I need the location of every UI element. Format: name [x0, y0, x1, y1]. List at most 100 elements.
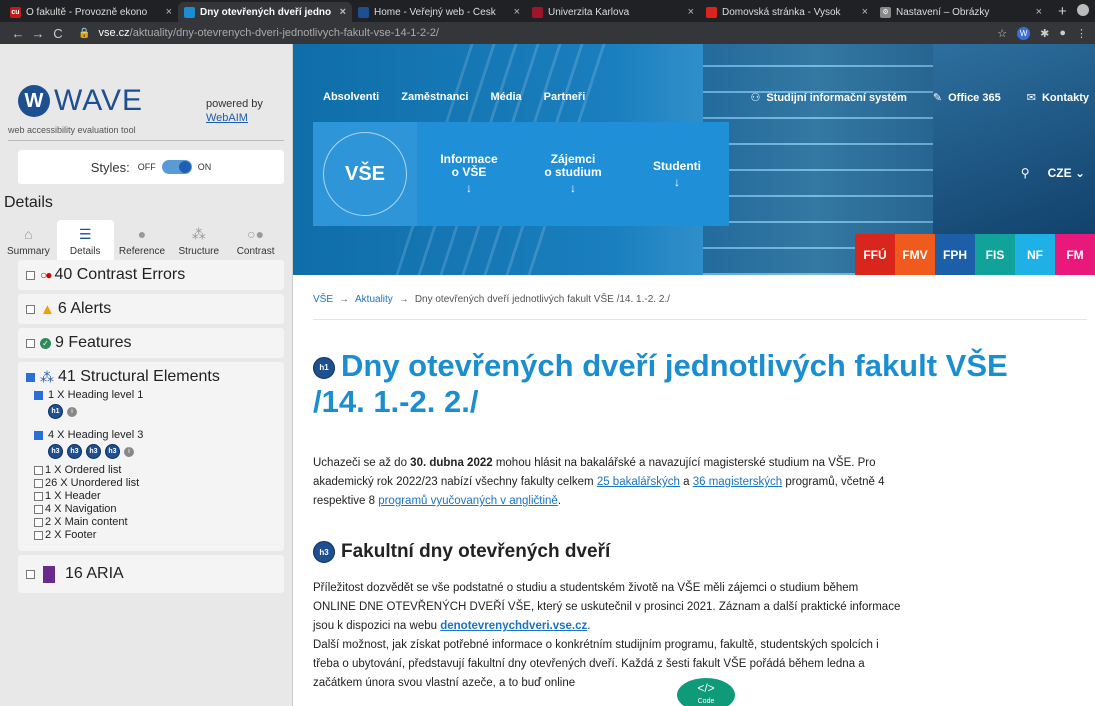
menu-studenti[interactable]: Studenti ↓ [625, 122, 729, 226]
tab-details[interactable]: ☰ Details [56, 220, 114, 260]
menu-informace[interactable]: Informace o VŠE ↓ [417, 122, 521, 226]
item-checkbox[interactable] [34, 491, 43, 501]
structural-header[interactable]: ⁂ 41 Structural Elements [26, 368, 276, 386]
tab-title: Nastavení – Obrázky [896, 6, 990, 18]
gear-icon: ⚙ [880, 6, 891, 18]
close-icon[interactable]: × [862, 6, 868, 18]
faculty-nf[interactable]: NF [1015, 234, 1055, 275]
link-kontakty[interactable]: ✉ Kontakty [1027, 91, 1089, 104]
browser-tab-5[interactable]: Domovská stránka - Vysok × [700, 2, 874, 22]
reload-icon[interactable]: C [48, 26, 68, 41]
category-checkbox[interactable] [26, 270, 35, 280]
link-isis[interactable]: ⚇ Studijní informační systém [750, 91, 906, 104]
item-checkbox[interactable] [34, 530, 43, 540]
item-label: 2 X Main content [45, 516, 128, 528]
item-checkbox[interactable] [34, 478, 43, 488]
vse-logo-mark: VŠE [323, 132, 407, 216]
vse-logo[interactable]: VŠE [313, 122, 417, 226]
item-checkbox[interactable] [34, 517, 43, 527]
tab-contrast[interactable]: ○● Contrast [227, 220, 284, 260]
h3-badge-icon[interactable]: h3 [105, 444, 120, 459]
styles-toggle[interactable] [161, 160, 192, 174]
link-open-day-web[interactable]: denotevrenychdveri.vse.cz [440, 620, 587, 632]
list-item[interactable]: 26 X Unordered list [34, 477, 276, 489]
link-master[interactable]: 36 magisterských [693, 476, 782, 488]
new-tab-button[interactable]: + [1048, 3, 1077, 22]
nav-absolventi[interactable]: Absolventi [323, 91, 379, 103]
wave-code-button[interactable]: </> Code [677, 678, 735, 706]
category-checkbox[interactable] [26, 304, 35, 314]
h3-badge-icon[interactable]: h3 [67, 444, 82, 459]
item-checkbox[interactable] [34, 390, 43, 400]
browser-tab-1[interactable]: cu O fakultě - Provozně ekono × [4, 2, 178, 22]
tab-structure[interactable]: ⁂ Structure [170, 220, 227, 260]
back-icon[interactable]: ← [8, 26, 28, 41]
item-checkbox[interactable] [34, 504, 43, 514]
search-icon[interactable]: ⚲ [1021, 166, 1030, 180]
close-icon[interactable]: × [688, 6, 694, 18]
category-checkbox[interactable] [26, 372, 35, 382]
close-icon[interactable]: × [166, 6, 172, 18]
tab-summary[interactable]: ⌂ Summary [0, 220, 57, 260]
h3-badge-icon[interactable]: h3 [48, 444, 63, 459]
heading-level-3-item[interactable]: 4 X Heading level 3 [34, 429, 276, 441]
home-icon: ⌂ [24, 226, 33, 242]
h1-badge-icon[interactable]: h1 [313, 356, 335, 379]
h3-badge-icon[interactable]: h3 [86, 444, 101, 459]
nav-media[interactable]: Média [490, 91, 521, 103]
link-bachelor[interactable]: 25 bakalářských [597, 476, 680, 488]
item-checkbox[interactable] [34, 430, 43, 440]
category-contrast-errors[interactable]: ○● 40 Contrast Errors [18, 260, 284, 290]
puzzle-icon[interactable]: ✱ [1040, 27, 1049, 40]
list-item[interactable]: 1 X Ordered list [34, 464, 276, 476]
profile-icon[interactable] [1077, 4, 1089, 16]
url-field[interactable]: 🔒 vse.cz /aktuality/dny-otevrenych-dveri… [78, 27, 997, 39]
close-icon[interactable]: × [340, 6, 346, 18]
faculty-fph[interactable]: FPH [935, 234, 975, 275]
lock-icon: 🔒 [78, 27, 91, 39]
list-item[interactable]: 1 X Header [34, 490, 276, 502]
item-checkbox[interactable] [34, 465, 43, 475]
breadcrumb-aktuality[interactable]: Aktuality [355, 294, 393, 305]
nav-zamestnanci[interactable]: Zaměstnanci [401, 91, 468, 103]
breadcrumb-vse[interactable]: VŠE [313, 294, 333, 305]
category-aria[interactable]: 16 ARIA [18, 555, 284, 593]
browser-tab-2[interactable]: Dny otevřených dveří jedno × [178, 2, 352, 22]
list-item[interactable]: 2 X Main content [34, 516, 276, 528]
close-icon[interactable]: × [1036, 6, 1042, 18]
forward-icon[interactable]: → [28, 26, 48, 41]
category-features[interactable]: ✓ 9 Features [18, 328, 284, 358]
browser-tab-4[interactable]: Univerzita Karlova × [526, 2, 700, 22]
category-alerts[interactable]: ▲ 6 Alerts [18, 294, 284, 324]
webaim-link[interactable]: WebAIM [206, 111, 263, 125]
nav-partneri[interactable]: Partneři [544, 91, 586, 103]
language-select[interactable]: CZE ⌄ [1048, 166, 1085, 180]
list-item[interactable]: 2 X Footer [34, 529, 276, 541]
menu-icon[interactable]: ⋮ [1076, 27, 1087, 40]
star-icon[interactable]: ☆ [997, 27, 1007, 40]
info-icon[interactable]: i [124, 446, 134, 457]
category-checkbox[interactable] [26, 338, 35, 348]
h3-badge-icon[interactable]: h3 [313, 541, 335, 563]
list-item[interactable]: 4 X Navigation [34, 503, 276, 515]
close-icon[interactable]: × [514, 6, 520, 18]
faculty-ffu[interactable]: FFÚ [855, 234, 895, 275]
tab-reference[interactable]: ● Reference [114, 220, 171, 260]
link-english-programs[interactable]: programů vyučovaných v angličtině [378, 495, 558, 507]
info-icon[interactable]: i [67, 406, 77, 417]
heading-level-1-item[interactable]: 1 X Heading level 1 [34, 389, 276, 401]
breadcrumb-separator: → [339, 294, 350, 305]
category-checkbox[interactable] [26, 569, 35, 579]
link-office[interactable]: ✎ Office 365 [933, 91, 1001, 104]
faculty-fmv[interactable]: FMV [895, 234, 935, 275]
h1-badge-icon[interactable]: h1 [48, 404, 63, 419]
browser-tab-3[interactable]: Home - Veřejný web - Česk × [352, 2, 526, 22]
browser-tab-6[interactable]: ⚙ Nastavení – Obrázky × [874, 2, 1048, 22]
user-icon[interactable]: ● [1059, 27, 1066, 39]
wave-extension-icon[interactable]: W [1017, 26, 1031, 40]
code-label: Code [697, 698, 715, 705]
menu-zajemci[interactable]: Zájemci o studium ↓ [521, 122, 625, 226]
faculty-fis[interactable]: FIS [975, 234, 1015, 275]
faculty-fm[interactable]: FM [1055, 234, 1095, 275]
wave-logo: W WAVE [18, 84, 143, 118]
